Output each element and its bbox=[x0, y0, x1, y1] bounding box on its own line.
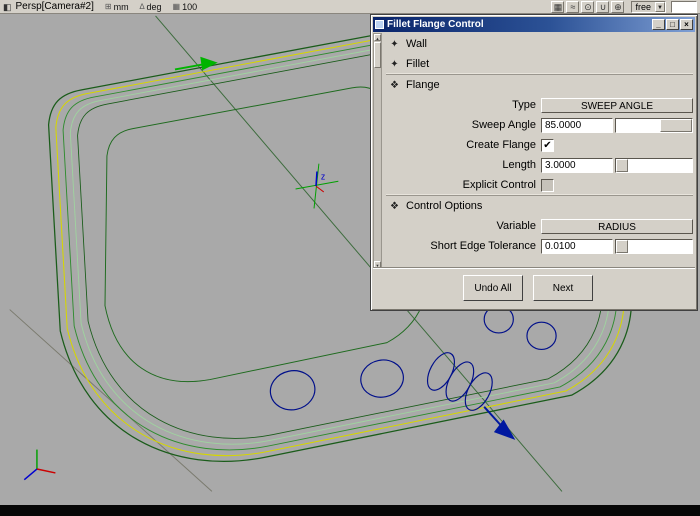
dialog-icon bbox=[375, 20, 384, 29]
length-input[interactable] bbox=[541, 157, 613, 173]
section-fillet[interactable]: ✦ Fillet bbox=[386, 54, 693, 74]
scroll-up-icon[interactable]: ▲ bbox=[374, 34, 381, 41]
view-label[interactable]: Persp[Camera#2] bbox=[16, 1, 94, 12]
section-flange-label: Flange bbox=[406, 79, 440, 91]
viewport-toolbar: ◧ Persp[Camera#2] ⊞ mm ∆ deg ▦ 100 ▦ ≈ ⊙… bbox=[0, 0, 700, 14]
section-control-options[interactable]: ❖ Control Options bbox=[386, 195, 693, 216]
prompt-input[interactable] bbox=[671, 0, 697, 13]
slider-thumb[interactable] bbox=[616, 239, 628, 253]
variable-row: Variable RADIUS bbox=[386, 216, 693, 236]
fillet-expand-icon[interactable]: ✦ bbox=[389, 59, 400, 70]
snap-to-grid-icon[interactable]: ▦ bbox=[551, 0, 565, 13]
short-edge-tolerance-row: Short Edge Tolerance bbox=[386, 236, 693, 256]
dialog-title: Fillet Flange Control bbox=[387, 19, 484, 30]
short-edge-tolerance-input[interactable] bbox=[541, 238, 613, 254]
flange-collapse-icon[interactable]: ❖ bbox=[389, 80, 400, 91]
toolbar-right: ▦ ≈ ⊙ ∪ ⊕ free ▼ bbox=[551, 0, 697, 13]
free-mode-value: free bbox=[635, 1, 651, 12]
grid-size-label: 100 bbox=[182, 1, 198, 12]
scrollbar-thumb[interactable] bbox=[374, 42, 381, 68]
snap-to-point-icon[interactable]: ⊙ bbox=[581, 0, 595, 13]
linear-units[interactable]: ⊞ mm bbox=[105, 2, 129, 12]
console-strip bbox=[0, 505, 700, 516]
construction-plane-icon[interactable]: ⊕ bbox=[611, 0, 625, 13]
sweep-angle-row: Sweep Angle bbox=[386, 115, 693, 135]
world-axis-triad bbox=[23, 449, 56, 481]
create-flange-checkbox[interactable]: ✔ bbox=[541, 138, 554, 152]
maximize-button[interactable]: □ bbox=[666, 19, 679, 30]
axis-z-label: z bbox=[321, 171, 325, 181]
dialog-scrollbar[interactable]: ▲ ▼ bbox=[373, 33, 382, 269]
sweep-angle-label: Sweep Angle bbox=[471, 119, 536, 131]
next-button[interactable]: Next bbox=[533, 275, 593, 301]
detail-circles bbox=[269, 305, 557, 411]
dialog-button-bar: Undo All Next bbox=[373, 267, 695, 308]
length-slider[interactable] bbox=[615, 157, 693, 173]
dialog-titlebar[interactable]: Fillet Flange Control _ □ × bbox=[373, 17, 695, 32]
undo-all-button[interactable]: Undo All bbox=[463, 275, 523, 301]
sweep-angle-input[interactable] bbox=[541, 117, 613, 133]
wall-expand-icon[interactable]: ✦ bbox=[389, 39, 400, 50]
control-options-collapse-icon[interactable]: ❖ bbox=[389, 201, 400, 212]
short-edge-tolerance-label: Short Edge Tolerance bbox=[430, 240, 536, 252]
length-row: Length bbox=[386, 155, 693, 175]
snap-to-curve-icon[interactable]: ≈ bbox=[566, 0, 580, 13]
grid-size-icon: ▦ bbox=[172, 2, 181, 11]
create-flange-label: Create Flange bbox=[466, 139, 536, 151]
check-icon: ✔ bbox=[543, 139, 552, 151]
angular-units-label: deg bbox=[146, 1, 162, 12]
angular-units-icon: ∆ bbox=[139, 2, 145, 11]
dialog-body: ▲ ▼ ✦ Wall ✦ Fillet ❖ Flange Type SWEEP … bbox=[373, 32, 695, 270]
application-window: ◧ Persp[Camera#2] ⊞ mm ∆ deg ▦ 100 ▦ ≈ ⊙… bbox=[0, 0, 700, 516]
section-flange[interactable]: ❖ Flange bbox=[386, 74, 693, 95]
magnet-icon[interactable]: ∪ bbox=[596, 0, 610, 13]
type-label: Type bbox=[512, 99, 536, 111]
length-label: Length bbox=[502, 159, 536, 171]
minimize-button[interactable]: _ bbox=[652, 19, 665, 30]
section-control-options-label: Control Options bbox=[406, 200, 483, 212]
construction-line bbox=[9, 309, 213, 492]
section-wall-label: Wall bbox=[406, 38, 427, 50]
grid-size[interactable]: ▦ 100 bbox=[173, 2, 198, 12]
type-option-button[interactable]: SWEEP ANGLE bbox=[541, 97, 693, 113]
toolbar-left: ◧ Persp[Camera#2] ⊞ mm ∆ deg ▦ 100 bbox=[3, 1, 197, 13]
section-wall[interactable]: ✦ Wall bbox=[386, 34, 693, 54]
slider-thumb[interactable] bbox=[616, 158, 628, 172]
fillet-flange-dialog: Fillet Flange Control _ □ × ▲ ▼ ✦ Wall ✦… bbox=[370, 14, 698, 311]
free-mode-dropdown[interactable]: free ▼ bbox=[631, 0, 666, 13]
sweep-angle-slider[interactable] bbox=[615, 117, 693, 133]
close-button[interactable]: × bbox=[680, 19, 693, 30]
slider-thumb[interactable] bbox=[660, 118, 692, 132]
section-fillet-label: Fillet bbox=[406, 58, 430, 70]
linear-units-label: mm bbox=[113, 1, 129, 12]
explicit-control-checkbox[interactable] bbox=[541, 178, 554, 192]
type-row: Type SWEEP ANGLE bbox=[386, 95, 693, 115]
short-edge-tolerance-slider[interactable] bbox=[615, 238, 693, 254]
pivot-axis: z bbox=[295, 163, 339, 209]
linear-units-icon: ⊞ bbox=[104, 2, 112, 11]
dialog-rows: ✦ Wall ✦ Fillet ❖ Flange Type SWEEP ANGL… bbox=[386, 34, 693, 256]
create-flange-row: Create Flange ✔ bbox=[386, 135, 693, 155]
variable-option-button[interactable]: RADIUS bbox=[541, 218, 693, 234]
explicit-control-row: Explicit Control bbox=[386, 175, 693, 195]
explicit-control-label: Explicit Control bbox=[462, 179, 536, 191]
angular-units[interactable]: ∆ deg bbox=[140, 2, 162, 12]
chevron-down-icon: ▼ bbox=[655, 1, 665, 12]
camera-view-icon[interactable]: ◧ bbox=[3, 1, 12, 13]
end-direction-arrow bbox=[483, 406, 516, 440]
variable-label: Variable bbox=[496, 220, 536, 232]
